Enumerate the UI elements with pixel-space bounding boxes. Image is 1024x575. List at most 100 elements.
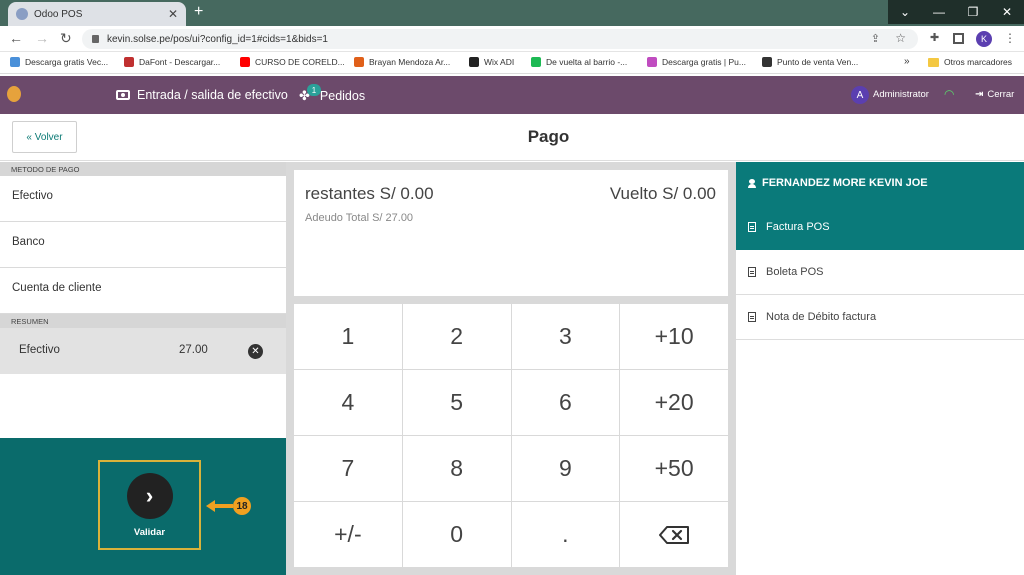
bookmark-favicon-icon bbox=[124, 57, 134, 67]
bookmark-item[interactable]: Wix ADI bbox=[469, 57, 514, 67]
bookmark-item[interactable]: Brayan Mendoza Ar... bbox=[354, 57, 450, 67]
numpad-key[interactable]: . bbox=[511, 502, 620, 567]
close-session-button[interactable]: ⇥ Cerrar bbox=[975, 89, 1014, 100]
numpad-key[interactable]: +50 bbox=[620, 436, 728, 501]
url-text: kevin.solse.pe/pos/ui?config_id=1#cids=1… bbox=[107, 33, 328, 45]
pos-header: Entrada / salida de efectivo ✤ Pedidos 1… bbox=[0, 76, 1024, 114]
folder-icon bbox=[928, 57, 939, 67]
customer-button[interactable]: FERNANDEZ MORE KEVIN JOE bbox=[736, 162, 1024, 204]
validate-area: › Validar 18 bbox=[0, 438, 286, 575]
remaining-amount: restantes S/ 0.00 bbox=[305, 184, 434, 203]
browser-menu-icon[interactable]: ⋮ bbox=[1004, 31, 1016, 45]
orders-count-badge: 1 bbox=[307, 84, 321, 96]
bookmark-favicon-icon bbox=[469, 57, 479, 67]
journal-nota-debito[interactable]: Nota de Débito factura bbox=[736, 295, 1024, 340]
numpad-key[interactable]: 7 bbox=[294, 436, 402, 501]
payment-method-efectivo[interactable]: Efectivo bbox=[0, 176, 286, 222]
step-number-badge: 18 bbox=[233, 497, 251, 515]
document-icon bbox=[748, 267, 756, 277]
bookmark-favicon-icon bbox=[762, 57, 772, 67]
journal-boleta-pos[interactable]: Boleta POS bbox=[736, 250, 1024, 295]
bookmark-favicon-icon bbox=[354, 57, 364, 67]
bookmark-item[interactable]: Descarga gratis | Pu... bbox=[647, 57, 746, 67]
tab-search-icon[interactable]: ⌄ bbox=[888, 0, 922, 24]
logout-icon: ⇥ bbox=[975, 89, 984, 100]
bookmark-star-icon[interactable]: ☆ bbox=[895, 31, 906, 45]
user-name[interactable]: Administrator bbox=[873, 89, 929, 100]
odoo-logo-icon bbox=[7, 86, 21, 102]
user-avatar[interactable]: A bbox=[851, 86, 869, 104]
customer-name: FERNANDEZ MORE KEVIN JOE bbox=[762, 177, 928, 189]
bookmark-favicon-icon bbox=[531, 57, 541, 67]
back-arrow-icon[interactable]: ← bbox=[9, 30, 23, 46]
numpad-key[interactable]: 0 bbox=[402, 502, 511, 567]
more-bookmarks-icon[interactable]: » bbox=[904, 56, 910, 67]
methods-header: METODO DE PAGO bbox=[0, 162, 286, 176]
backspace-key[interactable] bbox=[620, 502, 728, 567]
bookmark-item[interactable]: Punto de venta Ven... bbox=[762, 57, 858, 67]
numpad-key[interactable]: +10 bbox=[620, 304, 728, 369]
profile-avatar[interactable]: K bbox=[976, 31, 992, 47]
payment-line[interactable]: Efectivo 27.00 ✕ bbox=[0, 328, 286, 374]
new-tab-icon[interactable]: + bbox=[194, 3, 203, 21]
page-title: Pago bbox=[527, 127, 570, 146]
browser-tabbar: Odoo POS ✕ + ⌄ — ❐ ✕ bbox=[0, 0, 1024, 26]
payment-method-cuenta-cliente[interactable]: Cuenta de cliente bbox=[0, 268, 286, 314]
wifi-icon: ◠ bbox=[944, 87, 955, 101]
document-icon bbox=[748, 312, 756, 322]
chevron-right-icon: › bbox=[126, 473, 173, 519]
numpad-key[interactable]: 4 bbox=[294, 370, 402, 435]
summary-header: RESUMEN bbox=[0, 314, 286, 328]
payment-center: restantes S/ 0.00 Vuelto S/ 0.00 Adeudo … bbox=[286, 162, 736, 575]
payment-method-banco[interactable]: Banco bbox=[0, 222, 286, 268]
cash-in-out-button[interactable]: Entrada / salida de efectivo bbox=[116, 88, 288, 102]
user-icon bbox=[748, 178, 756, 188]
numpad-key[interactable]: 8 bbox=[402, 436, 511, 501]
browser-tab[interactable]: Odoo POS ✕ bbox=[8, 2, 186, 26]
customer-panel: FERNANDEZ MORE KEVIN JOE Factura POS Bol… bbox=[736, 162, 1024, 575]
bookmark-favicon-icon bbox=[240, 57, 250, 67]
money-icon bbox=[116, 90, 130, 100]
bookmarks-bar: Descarga gratis Vec... DaFont - Descarga… bbox=[0, 52, 1024, 74]
backspace-icon bbox=[659, 525, 690, 544]
lock-icon bbox=[92, 35, 99, 43]
bookmark-item[interactable]: De vuelta al barrio -... bbox=[531, 57, 627, 67]
document-icon bbox=[748, 222, 756, 232]
numpad-key[interactable]: 3 bbox=[511, 304, 620, 369]
address-bar[interactable]: kevin.solse.pe/pos/ui?config_id=1#cids=1… bbox=[82, 29, 918, 49]
numpad-key[interactable]: 9 bbox=[511, 436, 620, 501]
payment-status-panel: restantes S/ 0.00 Vuelto S/ 0.00 Adeudo … bbox=[294, 170, 728, 296]
payment-line-amount: 27.00 bbox=[179, 344, 208, 356]
numpad-key[interactable]: +20 bbox=[620, 370, 728, 435]
annotation-arrow-shaft bbox=[213, 504, 233, 508]
bookmark-item[interactable]: DaFont - Descargar... bbox=[124, 57, 220, 67]
numpad: 1 2 3 +10 4 5 6 +20 7 8 9 +50 +/- 0 . bbox=[294, 304, 728, 567]
validate-label: Validar bbox=[133, 527, 166, 538]
numpad-key[interactable]: +/- bbox=[294, 502, 402, 567]
odoo-favicon-icon bbox=[16, 8, 28, 20]
payment-line-name: Efectivo bbox=[19, 344, 60, 356]
side-panel-icon[interactable] bbox=[953, 33, 964, 44]
close-tab-icon[interactable]: ✕ bbox=[168, 7, 178, 21]
minimize-icon[interactable]: — bbox=[922, 0, 956, 24]
share-icon[interactable]: ⇪ bbox=[871, 32, 880, 45]
forward-arrow-icon[interactable]: → bbox=[35, 30, 49, 46]
change-amount: Vuelto S/ 0.00 bbox=[609, 184, 716, 203]
numpad-key[interactable]: 2 bbox=[402, 304, 511, 369]
bookmark-favicon-icon bbox=[10, 57, 20, 67]
bookmark-favicon-icon bbox=[647, 57, 657, 67]
bookmark-item[interactable]: CURSO DE CORELD... bbox=[240, 57, 345, 67]
restore-icon[interactable]: ❐ bbox=[956, 0, 990, 24]
extensions-icon[interactable]: ✚ bbox=[930, 31, 939, 44]
validate-button[interactable]: › Validar bbox=[98, 460, 201, 550]
numpad-key[interactable]: 5 bbox=[402, 370, 511, 435]
numpad-key[interactable]: 6 bbox=[511, 370, 620, 435]
close-window-icon[interactable]: ✕ bbox=[990, 0, 1024, 24]
numpad-key[interactable]: 1 bbox=[294, 304, 402, 369]
reload-icon[interactable]: ↻ bbox=[60, 30, 72, 47]
remove-line-icon[interactable]: ✕ bbox=[248, 344, 263, 359]
other-bookmarks-folder[interactable]: Otros marcadores bbox=[928, 57, 1012, 67]
total-due: Adeudo Total S/ 27.00 bbox=[305, 212, 414, 224]
bookmark-item[interactable]: Descarga gratis Vec... bbox=[10, 57, 108, 67]
journal-factura-pos[interactable]: Factura POS bbox=[736, 204, 1024, 250]
